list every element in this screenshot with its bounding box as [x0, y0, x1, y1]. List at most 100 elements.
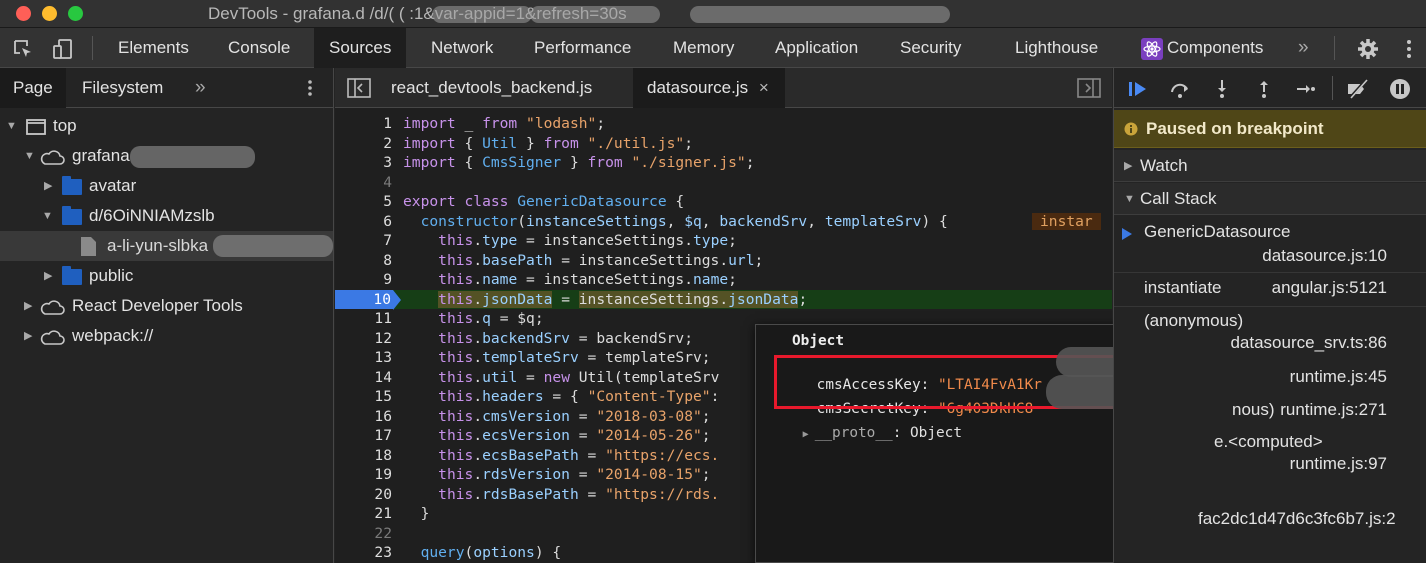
code-line[interactable]: 6 constructor(instanceSettings, $q, back… [335, 212, 1112, 232]
expand-arrow-icon[interactable]: ▶ [24, 321, 32, 351]
line-number[interactable]: 4 [335, 173, 392, 193]
tree-node-grafana[interactable]: ▼ grafana [0, 141, 333, 171]
frame-function-name: GenericDatasource [1144, 222, 1291, 241]
line-number[interactable]: 5 [335, 192, 392, 212]
navigator-tabs: Page Filesystem » [0, 68, 333, 108]
code-line[interactable]: 9 this.name = instanceSettings.name; [335, 270, 1112, 290]
line-number[interactable]: 18 [335, 446, 392, 466]
tab-network[interactable]: Network [416, 28, 508, 68]
code-line[interactable]: 2 import { Util } from "./util.js"; [335, 134, 1112, 154]
navigator-menu-icon[interactable] [301, 78, 319, 98]
code-line[interactable]: 8 this.basePath = instanceSettings.url; [335, 251, 1112, 271]
tab-components[interactable]: Components [1167, 28, 1263, 68]
line-number[interactable]: 7 [335, 231, 392, 251]
line-number[interactable]: 19 [335, 465, 392, 485]
resume-execution-icon[interactable] [1127, 78, 1149, 100]
property-key: __proto__ [814, 425, 893, 441]
tab-application[interactable]: Application [760, 28, 873, 68]
call-frame[interactable]: fac2dc1d47d6c3fc6b7.js:2 [1114, 509, 1426, 533]
tree-node-file-selected[interactable]: a-li-yun-slbka [0, 231, 333, 261]
tree-node-webpack[interactable]: ▶ webpack:// [0, 321, 333, 351]
device-toolbar-icon[interactable] [52, 38, 74, 60]
tab-sources[interactable]: Sources [314, 28, 407, 68]
step-into-icon[interactable] [1211, 78, 1233, 100]
line-number[interactable]: 12 [335, 329, 392, 349]
close-tab-icon[interactable]: × [759, 78, 769, 97]
pause-on-exceptions-icon[interactable] [1389, 78, 1411, 100]
line-number[interactable]: 23 [335, 543, 392, 563]
line-number[interactable]: 14 [335, 368, 392, 388]
expand-arrow-icon[interactable]: ▶ [44, 171, 52, 201]
breakpoint-marker-icon[interactable] [393, 289, 401, 310]
property-value: Object [910, 425, 962, 441]
line-number[interactable]: 2 [335, 134, 392, 154]
tab-performance[interactable]: Performance [519, 28, 646, 68]
call-frame[interactable]: (anonymous) datasource_srv.ts:86 [1114, 311, 1426, 357]
line-number[interactable]: 21 [335, 504, 392, 524]
line-number[interactable]: 9 [335, 270, 392, 290]
watch-section-header[interactable]: ▶ Watch [1114, 150, 1426, 182]
expand-arrow-icon[interactable]: ▼ [42, 201, 53, 231]
deactivate-breakpoints-icon[interactable] [1346, 78, 1368, 100]
step-icon[interactable] [1295, 78, 1317, 100]
prototype-row[interactable]: ▶ __proto__: Object [768, 409, 962, 457]
step-out-icon[interactable] [1253, 78, 1275, 100]
code-line[interactable]: 5 export class GenericDatasource { [335, 192, 1112, 212]
minimize-window-button[interactable] [42, 6, 57, 21]
expand-arrow-icon[interactable]: ▶ [44, 261, 52, 291]
expand-arrow-icon[interactable]: ▶ [1124, 150, 1132, 182]
call-frame[interactable]: e.<computed> runtime.js:97 [1114, 432, 1426, 480]
toggle-navigator-icon[interactable] [347, 78, 371, 98]
editor-tab-datasource[interactable]: datasource.js × [633, 68, 785, 108]
line-number[interactable]: 22 [335, 524, 392, 544]
inspect-element-icon[interactable] [12, 38, 34, 60]
breakpoint-line[interactable]: 10 this.jsonData = instanceSettings.json… [335, 289, 1112, 310]
line-number[interactable]: 17 [335, 426, 392, 446]
call-frame[interactable]: GenericDatasource datasource.js:10 [1114, 222, 1426, 270]
settings-gear-icon[interactable] [1357, 38, 1379, 60]
code-line[interactable]: 7 this.type = instanceSettings.type; [335, 231, 1112, 251]
tree-node-react-devtools[interactable]: ▶ React Developer Tools [0, 291, 333, 321]
call-frame[interactable]: instantiate angular.js:5121 [1114, 278, 1426, 302]
line-number[interactable]: 20 [335, 485, 392, 505]
expand-arrow-icon[interactable]: ▼ [1124, 183, 1135, 215]
tab-lighthouse[interactable]: Lighthouse [1000, 28, 1113, 68]
line-number[interactable]: 1 [335, 114, 392, 134]
close-window-button[interactable] [16, 6, 31, 21]
tab-memory[interactable]: Memory [658, 28, 749, 68]
tree-node-public[interactable]: ▶ public [0, 261, 333, 291]
call-frame[interactable]: nous) runtime.js:271 [1114, 400, 1426, 424]
more-navigator-tabs-button[interactable]: » [195, 68, 206, 108]
code-line[interactable]: 4 [335, 173, 1112, 193]
line-number[interactable]: 13 [335, 348, 392, 368]
line-number[interactable]: 11 [335, 309, 392, 329]
callstack-section-header[interactable]: ▼ Call Stack [1114, 183, 1426, 215]
code-line[interactable]: 3 import { CmsSigner } from "./signer.js"… [335, 153, 1112, 173]
more-tabs-button[interactable]: » [1298, 28, 1309, 68]
tab-filesystem[interactable]: Filesystem [82, 68, 163, 108]
line-number[interactable]: 3 [335, 153, 392, 173]
toggle-debugger-icon[interactable] [1077, 78, 1101, 98]
line-number[interactable]: 16 [335, 407, 392, 427]
tab-console[interactable]: Console [214, 28, 304, 68]
zoom-window-button[interactable] [68, 6, 83, 21]
customize-menu-icon[interactable] [1398, 38, 1420, 60]
tab-security[interactable]: Security [885, 28, 976, 68]
tree-node-dashboard-folder[interactable]: ▼ d/6OiNNIAMzslb [0, 201, 333, 231]
editor-tab-react-devtools-backend[interactable]: react_devtools_backend.js [383, 68, 600, 108]
tree-node-top[interactable]: ▼ top [0, 111, 333, 141]
call-frame[interactable]: runtime.js:45 [1114, 367, 1426, 391]
expand-arrow-icon[interactable]: ▼ [6, 111, 17, 141]
expand-arrow-icon[interactable]: ▶ [24, 291, 32, 321]
expand-arrow-icon[interactable]: ▶ [803, 429, 815, 440]
breakpoint-line-number[interactable]: 10 [335, 289, 393, 309]
line-number[interactable]: 8 [335, 251, 392, 271]
step-over-icon[interactable] [1169, 78, 1191, 100]
line-number[interactable]: 15 [335, 387, 392, 407]
code-line[interactable]: 1 import _ from "lodash"; [335, 114, 1112, 134]
tree-node-avatar[interactable]: ▶ avatar [0, 171, 333, 201]
tab-page[interactable]: Page [0, 68, 66, 108]
line-number[interactable]: 6 [335, 212, 392, 232]
expand-arrow-icon[interactable]: ▼ [24, 141, 35, 171]
tab-elements[interactable]: Elements [104, 28, 203, 68]
